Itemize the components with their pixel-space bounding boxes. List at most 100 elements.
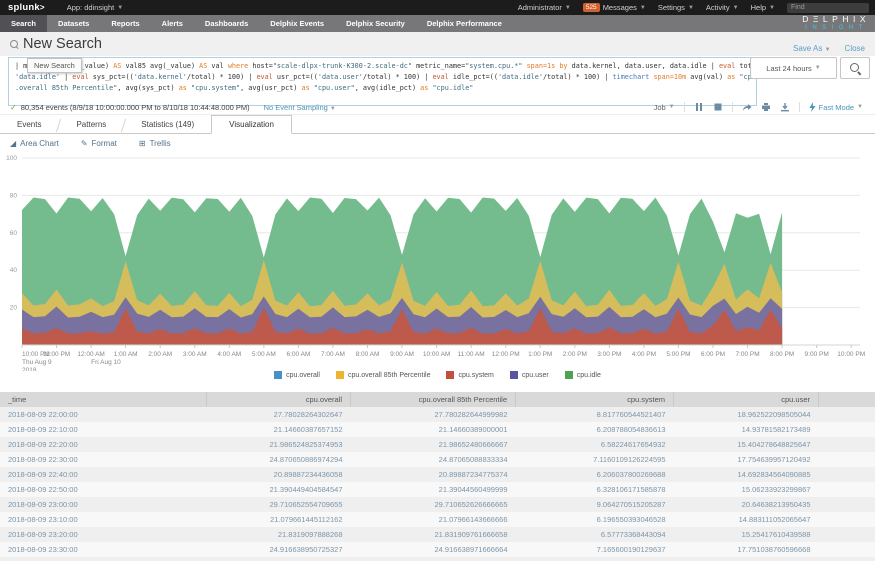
table-cell[interactable]: 2018-08-09 22:30:00 bbox=[0, 452, 207, 467]
table-cell[interactable]: 21.98652480666667 bbox=[351, 437, 516, 452]
table-cell[interactable]: 29.710652626666665 bbox=[351, 497, 516, 512]
tab-events[interactable]: Events bbox=[0, 116, 58, 133]
table-cell[interactable]: 79.10112763563946 bbox=[819, 467, 875, 482]
table-cell[interactable]: 78.6095545954155 bbox=[819, 482, 875, 497]
column-header--time[interactable]: _time bbox=[0, 392, 207, 407]
table-cell[interactable]: 14.779641701908153 bbox=[674, 557, 819, 561]
nav-item-delphix-security[interactable]: Delphix Security bbox=[335, 15, 416, 32]
search-query-input[interactable]: | mstats perc85(_value) AS val85 avg(_va… bbox=[8, 57, 757, 106]
tab-statistics-149-[interactable]: Statistics (149) bbox=[124, 116, 211, 133]
table-cell[interactable]: 2018-08-09 23:10:00 bbox=[0, 512, 207, 527]
column-header-cpu-overall-85th-Percentile[interactable]: cpu.overall 85th Percentile bbox=[351, 392, 516, 407]
table-cell[interactable]: 20.89887234436058 bbox=[207, 467, 351, 482]
nav-item-alerts[interactable]: Alerts bbox=[151, 15, 194, 32]
table-cell[interactable]: 20.79073438470528 bbox=[207, 557, 351, 561]
table-cell[interactable]: 24.916638971666664 bbox=[351, 542, 516, 557]
column-header-cpu-overall[interactable]: cpu.overall bbox=[207, 392, 351, 407]
table-cell[interactable]: 2018-08-09 22:20:00 bbox=[0, 437, 207, 452]
nav-item-datasets[interactable]: Datasets bbox=[47, 15, 100, 32]
tab-patterns[interactable]: Patterns bbox=[59, 116, 123, 133]
table-cell[interactable]: 2018-08-09 23:30:00 bbox=[0, 542, 207, 557]
table-cell[interactable]: 2018-08-09 23:20:00 bbox=[0, 527, 207, 542]
table-cell[interactable]: 29.710652554709655 bbox=[207, 497, 351, 512]
table-cell[interactable]: 21.14660389000001 bbox=[351, 422, 516, 437]
help-menu[interactable]: Help▼ bbox=[751, 3, 775, 12]
legend-item-cpu-system[interactable]: cpu.system bbox=[446, 371, 493, 379]
export-button[interactable] bbox=[780, 102, 790, 112]
share-button[interactable] bbox=[742, 102, 752, 112]
area-chart[interactable]: 10:00 PM11:00 PM12:00 AM1:00 AM2:00 AM3:… bbox=[0, 155, 875, 371]
table-cell[interactable]: 70.28934734529044 bbox=[819, 497, 875, 512]
tab-visualization[interactable]: Visualization bbox=[211, 115, 292, 134]
close-button[interactable]: Close bbox=[845, 44, 865, 53]
table-cell[interactable]: 6.206037800269688 bbox=[516, 467, 674, 482]
table-cell[interactable]: 78.85339612342847 bbox=[819, 422, 875, 437]
table-cell[interactable]: 20.89887234775374 bbox=[351, 467, 516, 482]
table-cell[interactable]: 14.883111052065647 bbox=[674, 512, 819, 527]
table-cell[interactable]: 2018-08-09 22:10:00 bbox=[0, 422, 207, 437]
table-cell[interactable]: 21.390449404584547 bbox=[207, 482, 351, 497]
table-cell[interactable]: 14.93781582173489 bbox=[674, 422, 819, 437]
table-cell[interactable]: 2018-08-09 23:00:00 bbox=[0, 497, 207, 512]
nav-item-delphix-performance[interactable]: Delphix Performance bbox=[416, 15, 513, 32]
table-cell[interactable]: 79.20926561529467 bbox=[819, 557, 875, 561]
job-menu[interactable]: Job▼ bbox=[654, 103, 675, 112]
app-menu[interactable]: App: ddinsight▼ bbox=[67, 3, 124, 12]
table-cell[interactable]: 6.011092682797159 bbox=[516, 557, 674, 561]
event-sampling-menu[interactable]: No Event Sampling ▼ bbox=[264, 103, 336, 112]
table-cell[interactable]: 75.12934913025704 bbox=[819, 452, 875, 467]
table-cell[interactable]: 18.962522098505044 bbox=[674, 407, 819, 422]
table-cell[interactable]: 21.986524825374953 bbox=[207, 437, 351, 452]
administrator-menu[interactable]: Administrator▼ bbox=[518, 3, 571, 12]
table-cell[interactable]: 6.208788054836613 bbox=[516, 422, 674, 437]
stop-button[interactable] bbox=[713, 102, 723, 112]
table-cell[interactable]: 15.25417610439588 bbox=[674, 527, 819, 542]
search-mode-menu[interactable]: Fast Mode▼ bbox=[809, 102, 863, 112]
table-cell[interactable]: 78.01347517462507 bbox=[819, 437, 875, 452]
legend-item-cpu-overall[interactable]: cpu.overall bbox=[274, 371, 320, 379]
find-input[interactable]: Find bbox=[787, 3, 869, 13]
table-cell[interactable]: 8.817760544521407 bbox=[516, 407, 674, 422]
table-cell[interactable]: 15.404278648825647 bbox=[674, 437, 819, 452]
table-cell[interactable]: 7.1160109126224595 bbox=[516, 452, 674, 467]
nav-item-dashboards[interactable]: Dashboards bbox=[194, 15, 259, 32]
column-header-cpu-user[interactable]: cpu.user bbox=[674, 392, 819, 407]
time-range-picker[interactable]: Last 24 hours▼ bbox=[750, 57, 837, 79]
legend-item-cpu-overall-85th-Percentile[interactable]: cpu.overall 85th Percentile bbox=[336, 371, 431, 379]
table-cell[interactable]: 2018-08-09 22:50:00 bbox=[0, 482, 207, 497]
table-cell[interactable]: 2018-08-09 22:40:00 bbox=[0, 467, 207, 482]
table-cell[interactable]: 6.328106171585878 bbox=[516, 482, 674, 497]
table-cell[interactable]: 21.079661445112162 bbox=[207, 512, 351, 527]
table-cell[interactable]: 75.08336104927362 bbox=[819, 542, 875, 557]
table-cell[interactable]: 7.165600190129637 bbox=[516, 542, 674, 557]
chart-type-button[interactable]: ◢Area Chart bbox=[10, 139, 59, 148]
table-cell[interactable]: 78.92033855488775 bbox=[819, 512, 875, 527]
table-cell[interactable]: 17.754639957120492 bbox=[674, 452, 819, 467]
column-header-cpu-idle[interactable]: cpu.idle bbox=[819, 392, 875, 407]
table-cell[interactable]: 6.196550393046528 bbox=[516, 512, 674, 527]
table-cell[interactable]: 21.831909761666658 bbox=[351, 527, 516, 542]
table-cell[interactable]: 14.692834564090885 bbox=[674, 467, 819, 482]
table-cell[interactable]: 21.8319097888268 bbox=[207, 527, 351, 542]
legend-item-cpu-idle[interactable]: cpu.idle bbox=[565, 371, 601, 379]
run-search-button[interactable] bbox=[840, 57, 870, 79]
format-button[interactable]: ✎Format bbox=[81, 139, 117, 148]
table-cell[interactable]: 2018-08-09 22:00:00 bbox=[0, 407, 207, 422]
nav-item-search[interactable]: Search bbox=[0, 15, 47, 32]
table-cell[interactable]: 9.064270515205287 bbox=[516, 497, 674, 512]
table-cell[interactable]: 21.14660387657152 bbox=[207, 422, 351, 437]
activity-menu[interactable]: Activity▼ bbox=[706, 3, 739, 12]
table-cell[interactable]: 15.06233923299867 bbox=[674, 482, 819, 497]
table-cell[interactable]: 6.58224617654932 bbox=[516, 437, 674, 452]
save-as-button[interactable]: Save As ▼ bbox=[793, 44, 831, 53]
table-cell[interactable]: 2018-08-09 23:40:00 bbox=[0, 557, 207, 561]
nav-item-delphix-events[interactable]: Delphix Events bbox=[259, 15, 335, 32]
table-cell[interactable]: 24.916638950725327 bbox=[207, 542, 351, 557]
table-cell[interactable]: 21.07966143666666 bbox=[351, 512, 516, 527]
table-cell[interactable]: 20.64638213950435 bbox=[674, 497, 819, 512]
table-cell[interactable]: 6.57773368443094 bbox=[516, 527, 674, 542]
table-cell[interactable]: 78.16809021117325 bbox=[819, 527, 875, 542]
table-cell[interactable]: 20.790734361666654 bbox=[351, 557, 516, 561]
table-cell[interactable]: 72.21971735697353 bbox=[819, 407, 875, 422]
print-button[interactable] bbox=[761, 102, 771, 112]
